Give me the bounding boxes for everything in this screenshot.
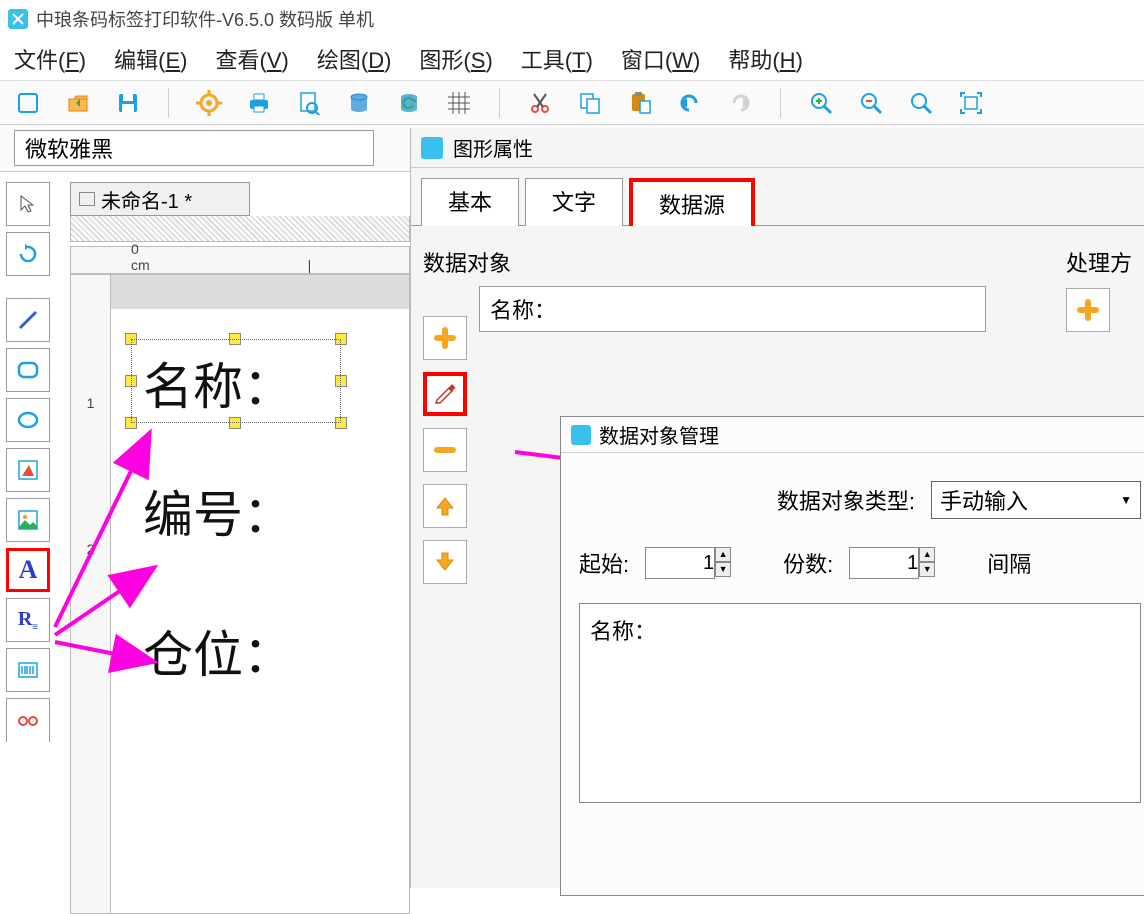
dialog-icon (571, 425, 591, 445)
zoom-fit-button[interactable] (907, 89, 935, 117)
database-button[interactable] (345, 89, 373, 117)
undo-button[interactable] (676, 89, 704, 117)
barcode-tool[interactable] (6, 648, 50, 692)
add-proc-button[interactable] (1066, 288, 1110, 332)
canvas-text-2[interactable]: 编号： (143, 475, 293, 547)
roundrect-tool[interactable] (6, 348, 50, 392)
edit-data-button[interactable] (423, 372, 467, 416)
remove-data-button[interactable] (423, 428, 467, 472)
select-tool[interactable] (6, 182, 50, 226)
font-name-select[interactable]: 微软雅黑 (14, 130, 374, 166)
vector-tool[interactable] (6, 448, 50, 492)
cut-button[interactable] (526, 89, 554, 117)
preview-button[interactable] (295, 89, 323, 117)
label-interval: 间隔 (987, 547, 1031, 579)
tool-palette: A R≡ (6, 182, 56, 742)
text-tool[interactable]: A (6, 548, 50, 592)
document-area: 未命名-1 * 0 cm|1 1 2 (70, 182, 410, 882)
start-input[interactable] (645, 547, 715, 579)
open-button[interactable] (64, 89, 92, 117)
save-button[interactable] (114, 89, 142, 117)
image-tool[interactable] (6, 498, 50, 542)
copy-button[interactable] (576, 89, 604, 117)
label-copies: 份数: (783, 547, 833, 579)
menu-help[interactable]: 帮助(H) (728, 43, 803, 75)
menubar: 文件(F) 编辑(E) 查看(V) 绘图(D) 图形(S) 工具(T) 窗口(W… (0, 38, 1144, 80)
richtext-tool[interactable]: R≡ (6, 598, 50, 642)
menu-view[interactable]: 查看(V) (215, 43, 288, 75)
menu-window[interactable]: 窗口(W) (621, 43, 700, 75)
rotate-tool[interactable] (6, 232, 50, 276)
canvas-text-1[interactable]: 名称： (131, 339, 341, 427)
qrcode-tool[interactable] (6, 698, 50, 742)
menu-draw[interactable]: 绘图(D) (317, 43, 392, 75)
add-data-button[interactable] (423, 316, 467, 360)
doc-tab-label: 未命名-1 * (101, 185, 192, 214)
ruler-horizontal: 0 cm|1 (70, 246, 410, 274)
tab-basic[interactable]: 基本 (421, 178, 519, 226)
new-doc-button[interactable] (14, 89, 42, 117)
menu-edit[interactable]: 编辑(E) (114, 43, 187, 75)
tab-text[interactable]: 文字 (525, 178, 623, 226)
redo-button[interactable] (726, 89, 754, 117)
start-spinner[interactable]: ▲▼ (715, 547, 731, 579)
menu-file[interactable]: 文件(F) (14, 43, 86, 75)
zoom-out-button[interactable] (857, 89, 885, 117)
doc-icon (79, 192, 95, 206)
window-titlebar: 中琅条码标签打印软件-V6.5.0 数码版 单机 (0, 0, 1144, 38)
grid-button[interactable] (445, 89, 473, 117)
canvas-text-3[interactable]: 仓位： (143, 615, 293, 687)
app-icon (8, 9, 28, 29)
toolbar-main (0, 80, 1144, 124)
window-title: 中琅条码标签打印软件-V6.5.0 数码版 单机 (36, 6, 374, 32)
copies-input[interactable] (849, 547, 919, 579)
settings-button[interactable] (195, 89, 223, 117)
ellipse-tool[interactable] (6, 398, 50, 442)
tab-datasource[interactable]: 数据源 (629, 178, 755, 226)
panel-title: 图形属性 (453, 133, 533, 162)
data-type-select[interactable]: 手动输入 ▼ (931, 481, 1141, 519)
group-label-proc: 处理方 (1066, 246, 1132, 278)
label-data-type: 数据对象类型: (777, 484, 915, 516)
zoom-in-button[interactable] (807, 89, 835, 117)
panel-icon (421, 137, 443, 159)
move-down-button[interactable] (423, 540, 467, 584)
label-start: 起始: (579, 547, 629, 579)
design-canvas[interactable]: 名称： 编号： 仓位： (111, 275, 409, 913)
print-button[interactable] (245, 89, 273, 117)
line-tool[interactable] (6, 298, 50, 342)
menu-tool[interactable]: 工具(T) (521, 43, 593, 75)
move-up-button[interactable] (423, 484, 467, 528)
copies-spinner[interactable]: ▲▼ (919, 547, 935, 579)
paste-button[interactable] (626, 89, 654, 117)
ruler-vertical: 1 2 (71, 275, 111, 913)
data-object-manager-dialog: 数据对象管理 数据对象类型: 手动输入 ▼ 起始: ▲▼ 份数: ▲▼ 间隔 名… (560, 416, 1144, 896)
data-object-list[interactable]: 名称： (479, 286, 986, 332)
fit-screen-button[interactable] (957, 89, 985, 117)
group-label-data: 数据对象 (423, 246, 986, 278)
dialog-title: 数据对象管理 (599, 420, 719, 449)
content-textarea[interactable]: 名称： (579, 603, 1141, 803)
document-tab[interactable]: 未命名-1 * (70, 182, 250, 216)
database-refresh-button[interactable] (395, 89, 423, 117)
menu-shape[interactable]: 图形(S) (419, 43, 492, 75)
